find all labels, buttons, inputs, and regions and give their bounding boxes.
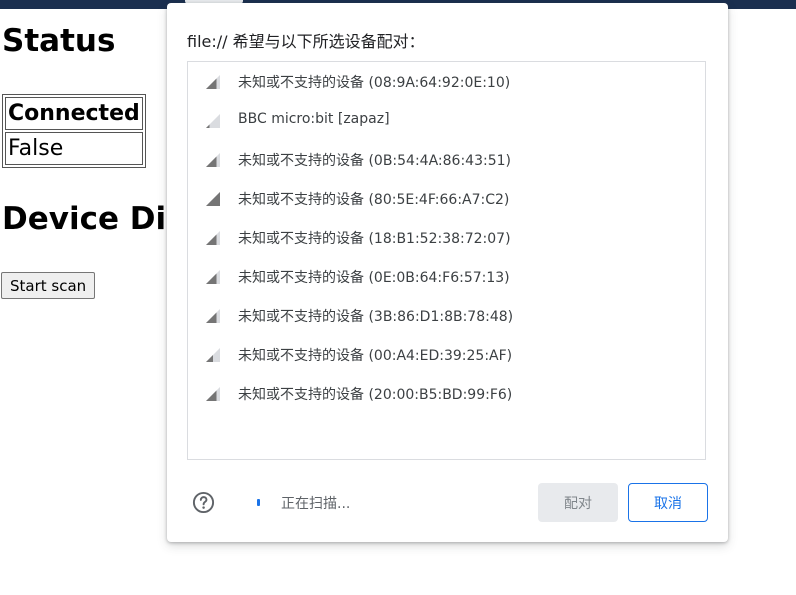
device-list[interactable]: 未知或不支持的设备 (08:9A:64:92:0E:10) BBC micro:… — [187, 61, 706, 460]
device-label: 未知或不支持的设备 (18:B1:52:38:72:07) — [238, 231, 511, 247]
connected-value: False — [5, 132, 143, 165]
connected-header: Connected — [5, 97, 143, 130]
signal-fill — [206, 312, 217, 323]
signal-fill — [206, 273, 217, 284]
signal-fill — [206, 156, 217, 167]
signal-fill — [206, 124, 210, 128]
device-label: BBC micro:bit [zapaz] — [238, 111, 390, 127]
signal-strength-icon — [206, 192, 220, 206]
status-heading: Status — [2, 23, 116, 59]
signal-strength-icon — [206, 387, 220, 401]
signal-strength-icon — [206, 309, 220, 323]
device-label: 未知或不支持的设备 (08:9A:64:92:0E:10) — [238, 75, 511, 91]
device-item[interactable]: 未知或不支持的设备 (0E:0B:64:F6:57:13) — [188, 257, 705, 296]
signal-strength-icon — [206, 114, 220, 128]
cancel-button[interactable]: 取消 — [628, 483, 708, 522]
signal-fill — [206, 234, 217, 245]
start-scan-button[interactable]: Start scan — [1, 272, 96, 299]
scanning-spinner-icon — [257, 499, 260, 506]
device-label: 未知或不支持的设备 (00:A4:ED:39:25:AF) — [238, 348, 513, 364]
device-item[interactable]: 未知或不支持的设备 (00:A4:ED:39:25:AF) — [188, 335, 705, 374]
device-label: 未知或不支持的设备 (0B:54:4A:86:43:51) — [238, 153, 511, 169]
pair-button[interactable]: 配对 — [538, 483, 618, 522]
signal-strength-icon — [206, 270, 220, 284]
device-label: 未知或不支持的设备 (3B:86:D1:8B:78:48) — [238, 309, 514, 325]
signal-fill — [206, 355, 213, 362]
signal-strength-icon — [206, 348, 220, 362]
signal-fill — [206, 192, 220, 206]
device-item[interactable]: BBC micro:bit [zapaz] — [188, 101, 705, 140]
device-item[interactable]: 未知或不支持的设备 (80:5E:4F:66:A7:C2) — [188, 179, 705, 218]
scan-status-text: 正在扫描... — [281, 496, 351, 512]
device-label: 未知或不支持的设备 (80:5E:4F:66:A7:C2) — [238, 192, 510, 208]
device-item[interactable]: 未知或不支持的设备 (3B:86:D1:8B:78:48) — [188, 296, 705, 335]
device-item[interactable]: 未知或不支持的设备 (20:00:B5:BD:99:F6) — [188, 374, 705, 413]
device-label: 未知或不支持的设备 (20:00:B5:BD:99:F6) — [238, 387, 513, 403]
signal-fill — [206, 78, 217, 89]
signal-fill — [206, 390, 217, 401]
signal-strength-icon — [206, 231, 220, 245]
device-item[interactable]: 未知或不支持的设备 (18:B1:52:38:72:07) — [188, 218, 705, 257]
bluetooth-pairing-dialog: file:// 希望与以下所选设备配对： 未知或不支持的设备 (08:9A:64… — [167, 3, 728, 542]
status-table: Connected False — [2, 94, 146, 168]
signal-strength-icon — [206, 75, 220, 89]
signal-strength-icon — [206, 153, 220, 167]
device-label: 未知或不支持的设备 (0E:0B:64:F6:57:13) — [238, 270, 510, 286]
help-circle-icon[interactable] — [192, 491, 215, 514]
device-item[interactable]: 未知或不支持的设备 (0B:54:4A:86:43:51) — [188, 140, 705, 179]
dialog-title: file:// 希望与以下所选设备配对： — [187, 32, 425, 51]
device-item[interactable]: 未知或不支持的设备 (08:9A:64:92:0E:10) — [188, 62, 705, 101]
